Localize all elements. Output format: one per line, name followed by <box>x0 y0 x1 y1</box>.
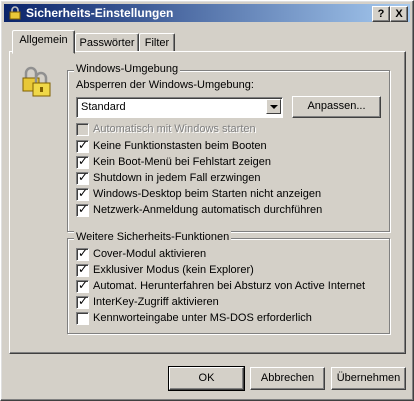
checkbox-msdos-password[interactable] <box>76 312 89 325</box>
tab-filter[interactable]: Filter <box>139 33 175 52</box>
option-label[interactable]: Windows-Desktop beim Starten nicht anzei… <box>93 188 321 200</box>
checkbox-autostart <box>76 123 89 136</box>
tab-passwoerter[interactable]: Passwörter <box>75 33 139 52</box>
lock-mode-select[interactable]: Standard <box>76 97 283 118</box>
option-label[interactable]: Automat. Herunterfahren bei Absturz von … <box>93 280 365 292</box>
chevron-down-icon[interactable] <box>266 99 281 114</box>
customize-button[interactable]: Anpassen... <box>292 96 381 118</box>
lock-mode-value: Standard <box>81 101 126 113</box>
option-label[interactable]: Cover-Modul aktivieren <box>93 248 206 260</box>
option-label[interactable]: InterKey-Zugriff aktivieren <box>93 296 219 308</box>
window-title: Sicherheits-Einstellungen <box>26 6 174 20</box>
apply-button[interactable]: Übernehmen <box>331 367 406 390</box>
option-label[interactable]: Keine Funktionstasten beim Booten <box>93 140 267 152</box>
close-button[interactable]: X <box>390 6 408 22</box>
title-bar[interactable]: Sicherheits-Einstellungen ? X <box>4 4 410 22</box>
checkbox-force-shutdown[interactable] <box>76 170 89 185</box>
lock-environment-label: Absperren der Windows-Umgebung: <box>76 79 254 91</box>
checkbox-no-function-keys[interactable] <box>76 138 89 153</box>
option-label[interactable]: Shutdown in jedem Fall erzwingen <box>93 172 261 184</box>
lock-icon <box>9 6 21 20</box>
security-functions-group: Weitere Sicherheits-Funktionen Cover-Mod… <box>67 231 390 334</box>
tab-panel: Windows-Umgebung Absperren der Windows-U… <box>9 51 406 354</box>
padlocks-icon <box>22 66 51 97</box>
checkbox-auto-shutdown-crash[interactable] <box>76 278 89 293</box>
checkbox-cover-module[interactable] <box>76 246 89 261</box>
option-label: Automatisch mit Windows starten <box>93 123 256 135</box>
option-label[interactable]: Exklusiver Modus (kein Explorer) <box>93 264 254 276</box>
windows-group-title: Windows-Umgebung <box>74 63 181 75</box>
checkbox-interkey-access[interactable] <box>76 294 89 309</box>
option-label[interactable]: Netzwerk-Anmeldung automatisch durchführ… <box>93 204 322 216</box>
option-label[interactable]: Kennworteingabe unter MS-DOS erforderlic… <box>93 312 312 324</box>
option-label[interactable]: Kein Boot-Menü bei Fehlstart zeigen <box>93 156 271 168</box>
security-group-title: Weitere Sicherheits-Funktionen <box>74 231 232 243</box>
checkbox-no-boot-menu[interactable] <box>76 154 89 169</box>
ok-button[interactable]: OK <box>168 366 245 391</box>
checkbox-hide-desktop[interactable] <box>76 186 89 201</box>
help-button[interactable]: ? <box>372 6 390 22</box>
checkbox-auto-network-login[interactable] <box>76 202 89 217</box>
checkbox-exclusive-mode[interactable] <box>76 262 89 277</box>
tab-allgemein[interactable]: Allgemein <box>12 30 75 54</box>
cancel-button[interactable]: Abbrechen <box>250 367 325 390</box>
windows-environment-group: Windows-Umgebung Absperren der Windows-U… <box>67 63 390 232</box>
